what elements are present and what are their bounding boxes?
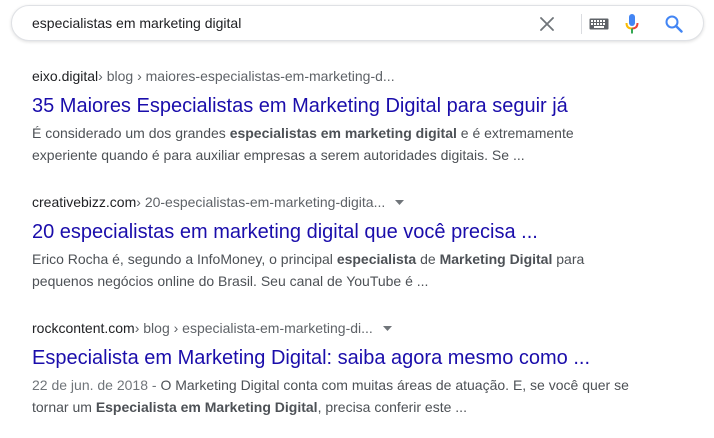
result-domain: rockcontent.com <box>32 320 135 336</box>
result-breadcrumb: › blog › maiores-especialistas-em-market… <box>98 68 395 84</box>
snippet-highlight: especialistas em marketing digital <box>229 125 457 141</box>
snippet-highlight: Marketing Digital <box>439 251 553 267</box>
result-domain: eixo.digital <box>32 68 99 84</box>
result-breadcrumb: › blog › especialista-em-marketing-di... <box>134 320 373 336</box>
result-date: 22 de jun. de 2018 - <box>32 377 161 393</box>
result-url: eixo.digital › blog › maiores-especialis… <box>32 66 672 86</box>
snippet-highlight: Especialista em Marketing Digital <box>95 399 318 415</box>
snippet-highlight: especialista <box>336 251 417 267</box>
search-bar-divider <box>581 14 582 34</box>
voice-search-button[interactable] <box>620 12 644 36</box>
search-input[interactable] <box>32 13 512 33</box>
result-breadcrumb: › 20-especialistas-em-marketing-digita..… <box>136 194 386 210</box>
result-item: rockcontent.com › blog › especialista-em… <box>32 318 672 418</box>
result-title-link[interactable]: 20 especialistas em marketing digital qu… <box>32 219 672 245</box>
result-title-link[interactable]: Especialista em Marketing Digital: saiba… <box>32 345 672 371</box>
keyboard-button[interactable] <box>584 12 614 36</box>
search-bar <box>11 5 704 41</box>
result-url: rockcontent.com › blog › especialista-em… <box>32 318 672 338</box>
result-snippet: 22 de jun. de 2018 - O Marketing Digital… <box>32 377 629 415</box>
caret-down-icon <box>395 199 405 205</box>
result-menu-button[interactable] <box>395 199 405 205</box>
close-icon <box>540 17 554 31</box>
result-item: eixo.digital › blog › maiores-especialis… <box>32 66 672 166</box>
result-menu-button[interactable] <box>382 325 392 331</box>
result-domain: creativebizz.com <box>32 194 137 210</box>
keyboard-icon <box>589 18 609 30</box>
result-item: creativebizz.com › 20-especialistas-em-m… <box>32 192 672 292</box>
result-snippet: É considerado um dos grandes especialist… <box>32 125 574 163</box>
search-button[interactable] <box>662 12 686 36</box>
clear-search-button[interactable] <box>535 12 559 36</box>
result-url: creativebizz.com › 20-especialistas-em-m… <box>32 192 672 212</box>
search-icon <box>665 15 683 33</box>
caret-down-icon <box>382 325 392 331</box>
result-snippet: Erico Rocha é, segundo a InfoMoney, o pr… <box>32 251 585 289</box>
microphone-icon <box>625 14 639 34</box>
result-title-link[interactable]: 35 Maiores Especialistas em Marketing Di… <box>32 93 672 119</box>
